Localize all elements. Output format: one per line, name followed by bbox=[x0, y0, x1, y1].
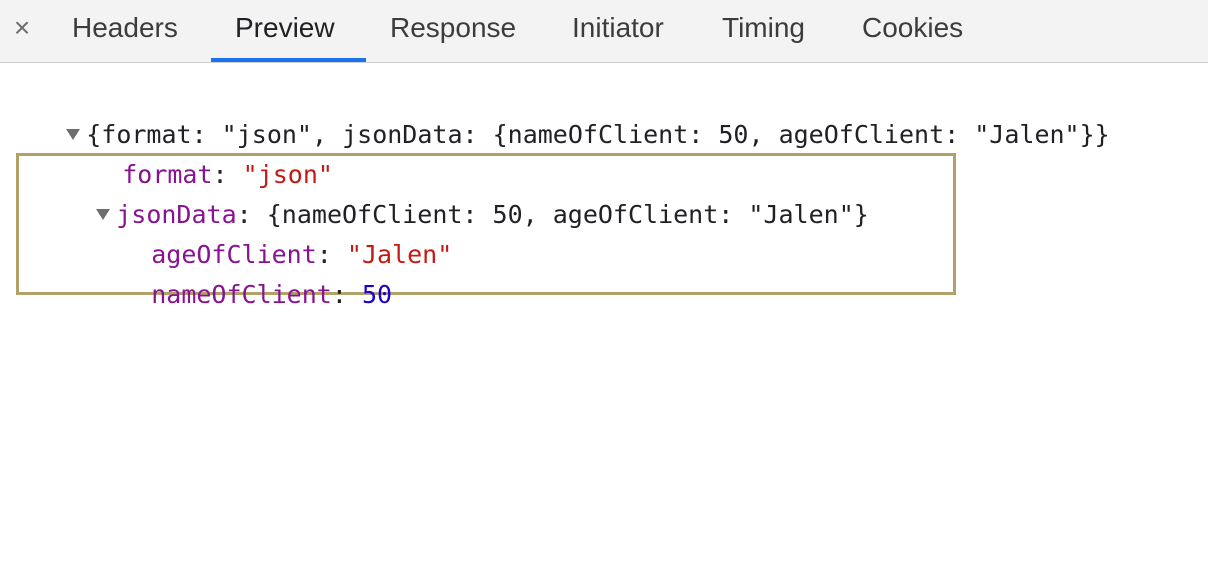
number-value: 50 bbox=[361, 280, 393, 309]
close-icon[interactable]: × bbox=[8, 10, 36, 46]
jsondata-property-row[interactable]: jsonData: {nameOfClient: 50, ageOfClient… bbox=[36, 155, 869, 229]
root-object-row[interactable]: {format: "json", jsonData: {nameOfClient… bbox=[6, 75, 1110, 149]
property-key: nameOfClient bbox=[151, 280, 332, 309]
tab-headers[interactable]: Headers bbox=[72, 0, 178, 62]
tab-timing[interactable]: Timing bbox=[722, 0, 805, 62]
preview-panel: {format: "json", jsonData: {nameOfClient… bbox=[0, 63, 1208, 572]
active-tab-indicator bbox=[211, 58, 366, 62]
format-property-row: format: "json" bbox=[62, 115, 333, 189]
nameofclient-property-row: nameOfClient: 50 bbox=[91, 235, 392, 309]
property-separator: : bbox=[331, 280, 362, 309]
tab-response[interactable]: Response bbox=[390, 0, 516, 62]
tab-initiator[interactable]: Initiator bbox=[572, 0, 664, 62]
devtools-tab-bar: × Headers Preview Response Initiator Tim… bbox=[0, 0, 1208, 63]
ageofclient-property-row: ageOfClient: "Jalen" bbox=[91, 195, 452, 269]
tab-cookies[interactable]: Cookies bbox=[862, 0, 963, 62]
tab-preview[interactable]: Preview bbox=[235, 0, 335, 62]
